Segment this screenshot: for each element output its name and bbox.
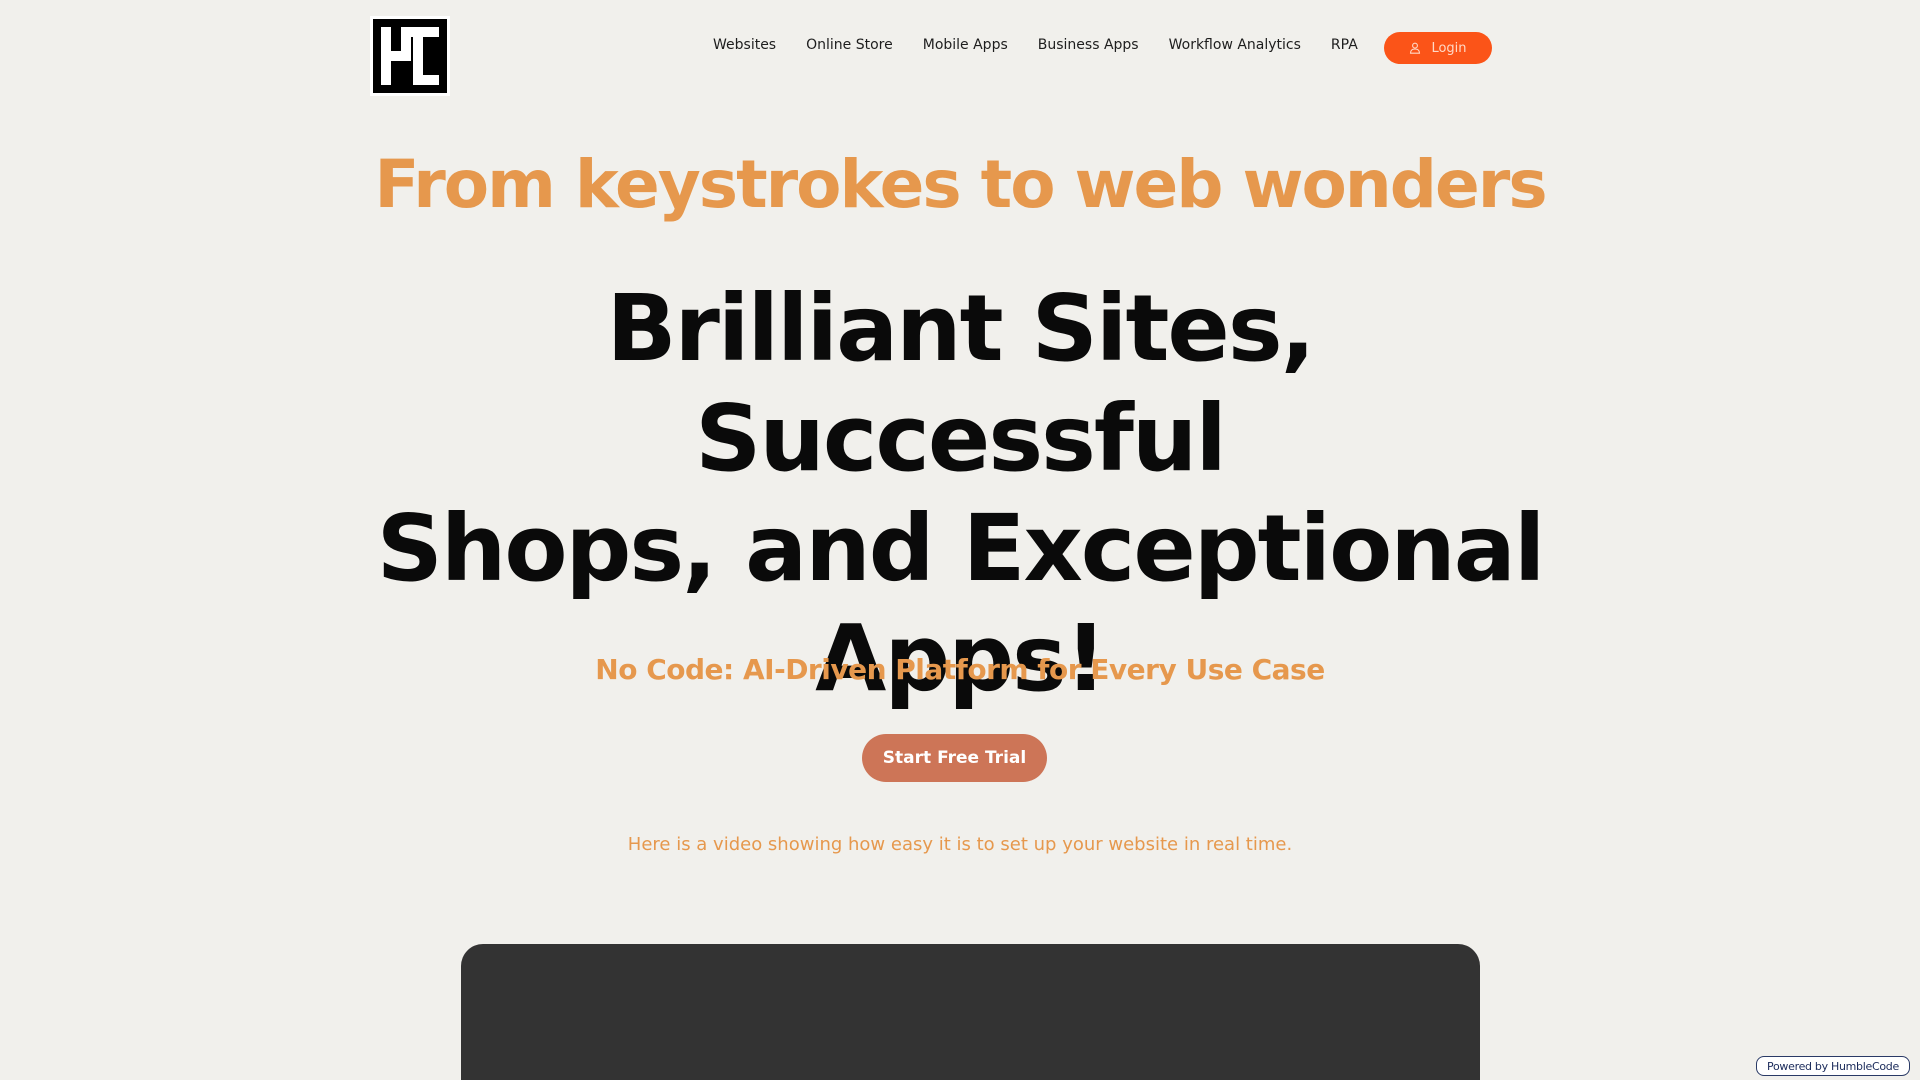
brand-logo[interactable] [370, 16, 450, 96]
nav-item-websites[interactable]: Websites [713, 36, 776, 54]
video-player[interactable] [461, 944, 1480, 1080]
logo-mark [373, 19, 447, 93]
login-label: Login [1431, 40, 1467, 56]
nav-item-rpa[interactable]: RPA [1331, 36, 1358, 54]
login-button[interactable]: Login [1384, 32, 1492, 64]
hero-subheadline: No Code: AI-Driven Platform for Every Us… [595, 653, 1325, 686]
video-caption: Here is a video showing how easy it is t… [627, 834, 1293, 855]
headline-line-1: Brilliant Sites, Successful [606, 275, 1315, 492]
hc-logo-icon [373, 19, 447, 93]
nav-item-workflow-analytics[interactable]: Workflow Analytics [1169, 36, 1301, 54]
nav-item-mobile-apps[interactable]: Mobile Apps [923, 36, 1008, 54]
headline-line-2: Shops, and Exceptional [376, 495, 1546, 602]
nav-item-online-store[interactable]: Online Store [806, 36, 893, 54]
hero-tagline: From keystrokes to web wonders [374, 146, 1547, 223]
powered-by-badge[interactable]: Powered by HumbleCode [1756, 1056, 1910, 1076]
start-free-trial-button[interactable]: Start Free Trial [862, 734, 1047, 782]
nav-item-business-apps[interactable]: Business Apps [1038, 36, 1139, 54]
user-icon [1409, 42, 1421, 54]
page: Websites Online Store Mobile Apps Busine… [0, 0, 1920, 1080]
main-nav: Websites Online Store Mobile Apps Busine… [713, 36, 1358, 54]
hero-headline: Brilliant Sites, Successful Shops, and E… [360, 274, 1560, 714]
